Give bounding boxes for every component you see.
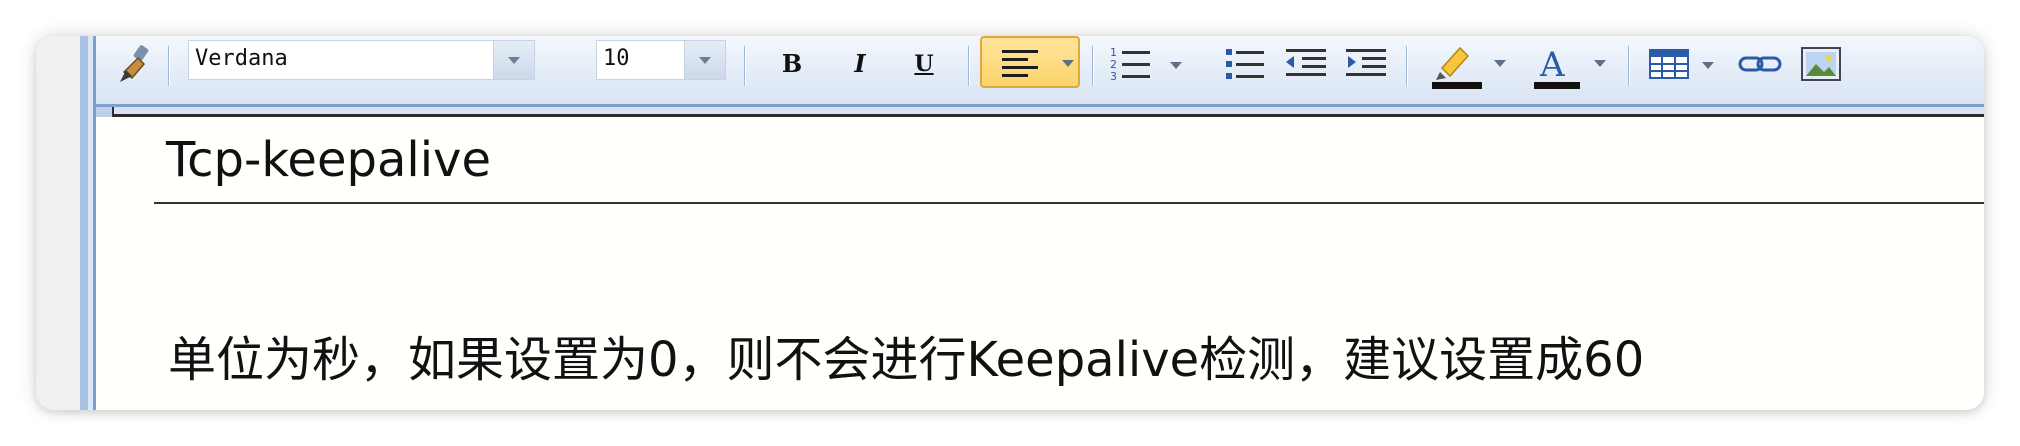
toolbar-separator (1628, 46, 1629, 86)
toolbar-separator (744, 46, 745, 86)
link-icon (1738, 56, 1782, 72)
indent-button[interactable] (1340, 42, 1394, 86)
bulleted-list-button[interactable] (1220, 42, 1274, 86)
outdent-button[interactable] (1280, 42, 1334, 86)
toolbar-border-inner (96, 107, 1984, 114)
bulleted-list-icon (1226, 49, 1264, 79)
highlight-color-swatch (1432, 82, 1482, 89)
toolbar-separator (1406, 46, 1407, 86)
svg-text:3: 3 (1110, 70, 1117, 83)
title-divider (154, 202, 1984, 204)
chevron-down-icon (1494, 60, 1506, 67)
editor-window: Verdana 10 B I U 1 2 3 A Tcp-keepalive 单… (36, 36, 1984, 410)
format-painter-button[interactable] (114, 42, 158, 86)
left-gutter (36, 36, 80, 410)
font-family-select[interactable]: Verdana (188, 40, 535, 80)
formatting-toolbar: Verdana 10 B I U 1 2 3 A (96, 36, 1984, 104)
font-color-button[interactable]: A (1526, 38, 1616, 90)
toolbar-separator (968, 46, 969, 86)
table-icon (1649, 49, 1689, 79)
align-button[interactable] (980, 36, 1080, 88)
italic-button[interactable]: I (840, 44, 880, 84)
bold-button[interactable]: B (772, 44, 812, 84)
chevron-down-icon (1170, 62, 1182, 69)
numbered-list-button[interactable]: 1 2 3 (1106, 42, 1186, 86)
font-size-value: 10 (603, 46, 630, 71)
font-color-icon: A (1534, 45, 1580, 89)
highlight-color-button[interactable] (1426, 38, 1516, 90)
chevron-down-icon[interactable] (493, 41, 534, 79)
document-body-text[interactable]: 单位为秒，如果设置为0，则不会进行Keepalive检测，建议设置成60 (168, 320, 1644, 390)
chevron-down-icon (1594, 60, 1606, 67)
document-title[interactable]: Tcp-keepalive (166, 132, 491, 188)
insert-image-button[interactable] (1796, 42, 1846, 86)
chevron-down-icon (1062, 60, 1074, 67)
chevron-down-icon[interactable] (684, 41, 725, 79)
toolbar-separator (1092, 46, 1093, 86)
editor-top-border (114, 114, 1984, 117)
insert-table-button[interactable] (1644, 42, 1724, 86)
font-color-letter: A (1539, 45, 1565, 85)
font-size-select[interactable]: 10 (596, 40, 726, 80)
font-family-value: Verdana (195, 46, 288, 71)
highlighter-icon (1432, 46, 1482, 89)
insert-link-button[interactable] (1736, 42, 1786, 86)
image-icon (1801, 47, 1841, 81)
chevron-down-icon (1702, 62, 1714, 69)
numbered-list-icon: 1 2 3 (1110, 46, 1150, 83)
underline-button[interactable]: U (904, 44, 944, 84)
brush-icon (120, 45, 149, 82)
toolbar-separator (168, 46, 169, 86)
outdent-icon (1286, 49, 1326, 76)
left-border (80, 36, 88, 410)
font-color-swatch (1534, 82, 1580, 89)
indent-icon (1346, 49, 1386, 76)
align-left-icon (1002, 50, 1038, 77)
